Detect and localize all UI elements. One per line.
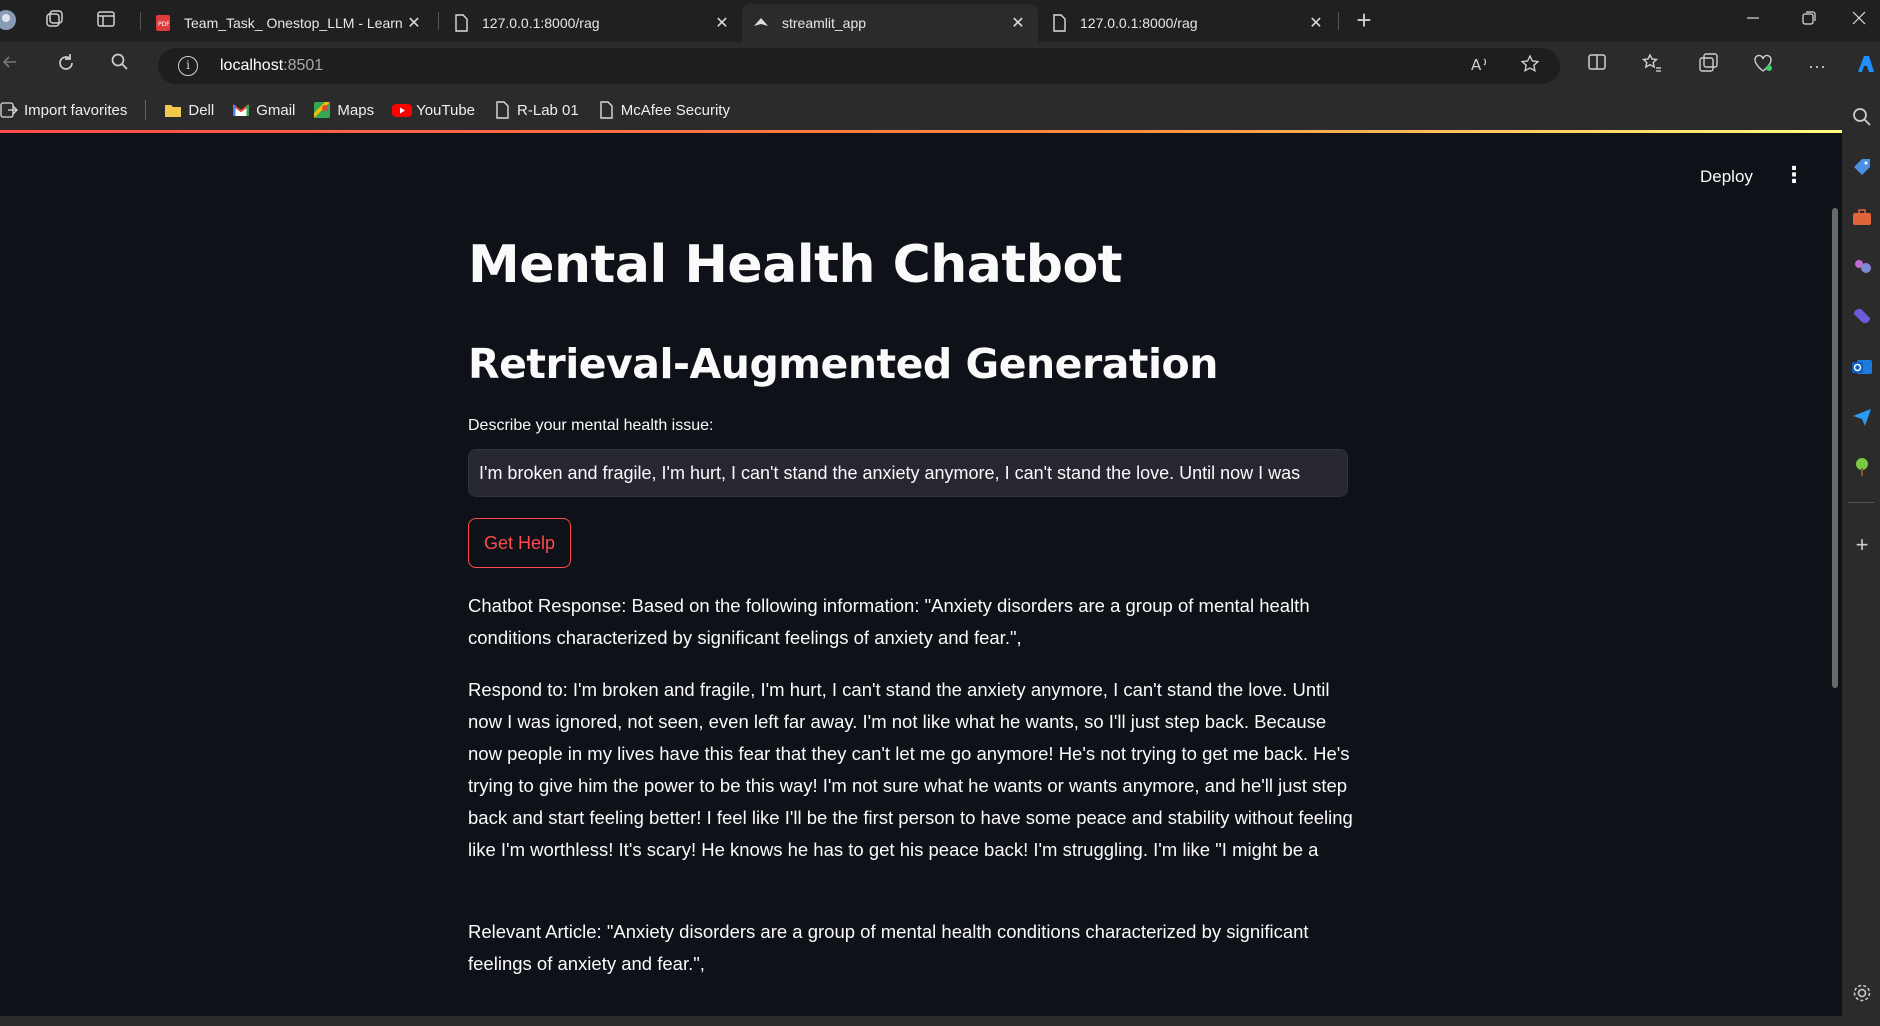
folder-icon	[164, 101, 182, 119]
favorite-youtube[interactable]: YouTube	[392, 101, 475, 119]
svg-text:PDF: PDF	[158, 21, 170, 28]
edge-sidebar: +	[1842, 90, 1880, 1026]
import-icon	[0, 101, 18, 119]
new-tab-button[interactable]: +	[1352, 7, 1376, 33]
pdf-icon: PDF	[154, 14, 172, 32]
deploy-button[interactable]: Deploy	[1700, 167, 1753, 187]
favorite-label: Dell	[188, 101, 215, 119]
minimize-icon[interactable]	[1730, 8, 1776, 34]
tab-close-icon[interactable]: ✕	[404, 13, 424, 33]
favorites-bar: Import favorites Dell Gmail Maps YouTube…	[0, 90, 1880, 130]
favorite-import[interactable]: Import favorites	[0, 101, 127, 119]
tab-close-icon[interactable]: ✕	[1306, 13, 1326, 33]
page-subtitle: Retrieval-Augmented Generation	[468, 340, 1218, 388]
gmail-icon	[232, 101, 250, 119]
more-menu-icon[interactable]: ···	[1803, 52, 1831, 80]
navigation-bar: i localhost:8501 A ···	[0, 42, 1880, 90]
search-icon[interactable]	[106, 52, 134, 80]
maps-icon	[313, 101, 331, 119]
url-text[interactable]: localhost:8501	[220, 57, 323, 75]
tab-close-icon[interactable]: ✕	[1008, 13, 1028, 33]
get-help-button[interactable]: Get Help	[468, 518, 572, 568]
page-icon	[452, 14, 470, 32]
tab-rag-2[interactable]: 127.0.0.1:8000/rag ✕	[1040, 4, 1336, 42]
app-menu-icon[interactable]: ⋮	[1782, 163, 1806, 187]
issue-input[interactable]: I'm broken and fragile, I'm hurt, I can'…	[468, 449, 1348, 497]
tab-title: 127.0.0.1:8000/rag	[1080, 15, 1198, 31]
youtube-icon	[392, 101, 413, 119]
favorite-star-icon[interactable]	[1518, 54, 1542, 78]
page-icon	[1050, 14, 1068, 32]
favorite-dell[interactable]: Dell	[164, 101, 214, 119]
shopping-tag-icon[interactable]	[1851, 156, 1873, 178]
outlook-icon[interactable]	[1851, 356, 1873, 378]
horizontal-scrollbar[interactable]	[0, 1016, 1842, 1026]
favorite-label: Import favorites	[24, 101, 128, 119]
read-aloud-icon[interactable]: A	[1468, 54, 1492, 78]
games-icon[interactable]	[1851, 256, 1873, 278]
copilot-icon[interactable]	[1852, 52, 1880, 80]
streamlit-icon	[752, 14, 770, 32]
relevant-article: Relevant Article: "Anxiety disorders are…	[468, 921, 1309, 974]
vertical-tabs-icon[interactable]	[94, 9, 118, 33]
tab-strip: PDF Team_Task_ Onestop_LLM - Learn ✕ 127…	[0, 0, 1880, 42]
tab-title: 127.0.0.1:8000/rag	[482, 15, 600, 31]
send-icon[interactable]	[1851, 406, 1873, 428]
url-host: localhost	[220, 57, 284, 74]
address-bar[interactable]: i localhost:8501 A	[158, 48, 1560, 84]
refresh-icon[interactable]	[52, 52, 80, 80]
favorite-label: McAfee Security	[620, 101, 730, 119]
vertical-scrollbar[interactable]	[1832, 208, 1838, 688]
respond-to-text: Respond to: I'm broken and fragile, I'm …	[468, 679, 1353, 860]
tab-rag-1[interactable]: 127.0.0.1:8000/rag ✕	[442, 4, 742, 42]
tree-icon[interactable]	[1851, 456, 1873, 478]
favorite-label: YouTube	[416, 101, 476, 119]
sidebar-search-icon[interactable]	[1851, 106, 1873, 128]
split-screen-icon[interactable]	[1583, 52, 1611, 80]
copilot-sidebar-icon[interactable]	[1851, 306, 1873, 328]
page-icon	[597, 101, 615, 119]
profile-avatar-icon[interactable]	[0, 9, 18, 33]
page-icon	[493, 101, 511, 119]
site-info-icon[interactable]: i	[178, 56, 198, 76]
tools-briefcase-icon[interactable]	[1851, 206, 1873, 228]
back-arrow-icon[interactable]	[0, 52, 24, 80]
url-port: :8501	[283, 57, 324, 74]
favorite-r-lab[interactable]: R-Lab 01	[493, 101, 579, 119]
favorite-label: Gmail	[256, 101, 296, 119]
favorite-maps[interactable]: Maps	[313, 101, 374, 119]
tab-title: streamlit_app	[782, 15, 867, 31]
settings-gear-icon[interactable]	[1851, 982, 1873, 1004]
tab-team-task[interactable]: PDF Team_Task_ Onestop_LLM - Learn ✕	[144, 4, 434, 42]
page-title: Mental Health Chatbot	[468, 235, 1123, 295]
favorite-label: R-Lab 01	[517, 101, 579, 119]
svg-text:A: A	[1471, 56, 1482, 74]
favorite-gmail[interactable]: Gmail	[232, 101, 295, 119]
collections-icon[interactable]	[1694, 52, 1722, 80]
tab-close-icon[interactable]: ✕	[712, 13, 732, 33]
add-sidebar-app-icon[interactable]: +	[1851, 534, 1873, 557]
restore-icon[interactable]	[1786, 8, 1832, 34]
issue-input-label: Describe your mental health issue:	[468, 417, 714, 434]
chatbot-response: Chatbot Response: Based on the following…	[468, 595, 1310, 648]
favorite-label: Maps	[337, 101, 375, 119]
favorites-icon[interactable]	[1638, 52, 1666, 80]
browser-essentials-icon[interactable]	[1749, 52, 1777, 80]
workspaces-icon[interactable]	[42, 9, 66, 33]
app-viewport: Deploy ⋮ Mental Health Chatbot Retrieval…	[0, 133, 1842, 1016]
tab-streamlit-app[interactable]: streamlit_app ✕	[742, 4, 1038, 42]
favorite-mcafee[interactable]: McAfee Security	[597, 101, 730, 119]
tab-title: Team_Task_ Onestop_LLM - Learn	[184, 15, 403, 31]
close-window-icon[interactable]	[1838, 8, 1880, 34]
